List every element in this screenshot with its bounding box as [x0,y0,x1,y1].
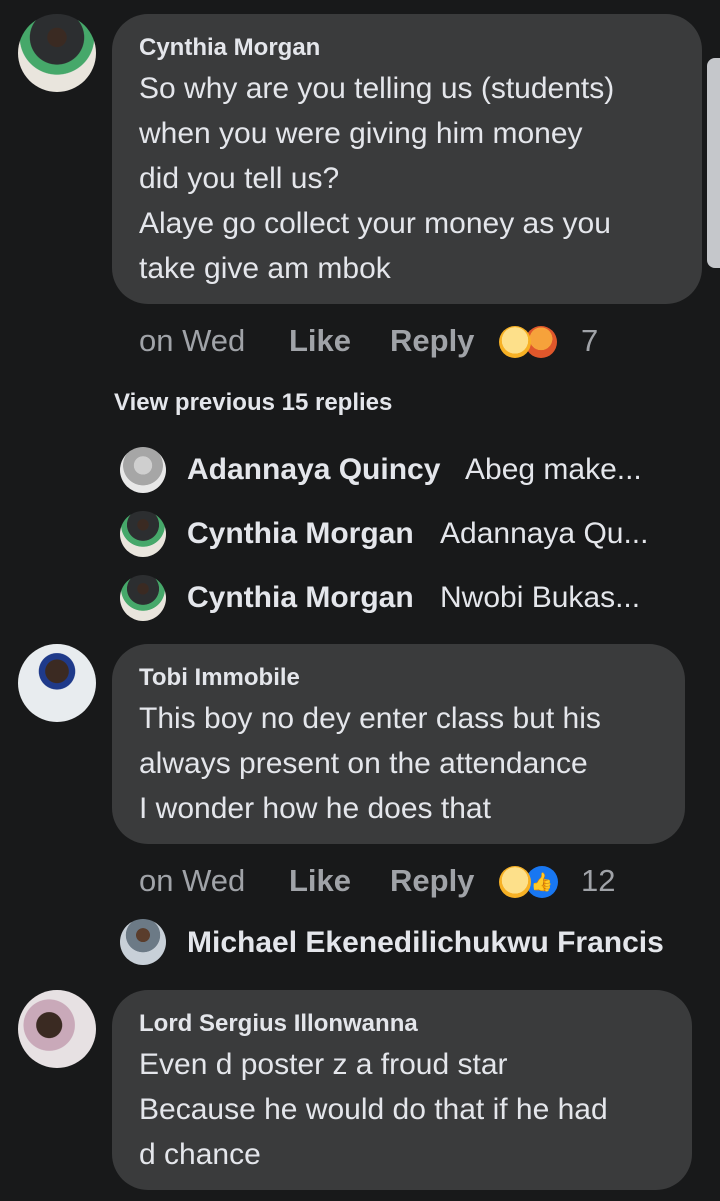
avatar[interactable] [18,644,96,722]
avatar[interactable] [120,919,166,965]
avatar[interactable] [120,511,166,557]
comment-line: I wonder how he does that [139,792,491,825]
comment-timestamp[interactable]: on Wed [139,323,245,359]
comment-line: take give am mbok [139,252,391,285]
reply-author[interactable]: Cynthia Morgan [187,517,414,551]
reply-snippet[interactable]: Nwobi Bukas... [440,581,640,615]
reply-button[interactable]: Reply [390,323,474,359]
reply-snippet[interactable]: Adannaya Qu... [440,517,648,551]
view-previous-replies-link[interactable]: View previous 15 replies [114,389,392,417]
comment-line: Alaye go collect your money as you [139,207,611,240]
like-button[interactable]: Like [289,863,351,899]
comment-author[interactable]: Cynthia Morgan [139,34,320,62]
comment-line: Because he would do that if he had [139,1093,608,1126]
reaction-count[interactable]: 7 [581,323,598,359]
haha-reaction-icon [499,326,531,358]
avatar[interactable] [120,447,166,493]
like-button[interactable]: Like [289,323,351,359]
reply-author[interactable]: Cynthia Morgan [187,581,414,615]
reply-button[interactable]: Reply [390,863,474,899]
comment-line: Even d poster z a froud star [139,1048,508,1081]
avatar[interactable] [18,990,96,1068]
reply-author[interactable]: Michael Ekenedilichukwu Francis [187,926,664,960]
haha-reaction-icon [499,866,531,898]
avatar[interactable] [120,575,166,621]
comment-line: always present on the attendance [139,747,588,780]
scrollbar[interactable] [707,58,720,268]
reaction-count[interactable]: 12 [581,863,615,899]
comment-timestamp[interactable]: on Wed [139,863,245,899]
avatar[interactable] [18,14,96,92]
comment-line: This boy no dey enter class but his [139,702,601,735]
comment-line: when you were giving him money [139,117,583,150]
comment-author[interactable]: Lord Sergius Illonwanna [139,1010,418,1038]
comment-line: d chance [139,1138,261,1171]
comment-author[interactable]: Tobi Immobile [139,664,300,692]
reply-author[interactable]: Adannaya Quincy [187,453,440,487]
comment-line: did you tell us? [139,162,340,195]
comment-line: So why are you telling us (students) [139,72,615,105]
reply-snippet[interactable]: Abeg make... [465,453,642,487]
